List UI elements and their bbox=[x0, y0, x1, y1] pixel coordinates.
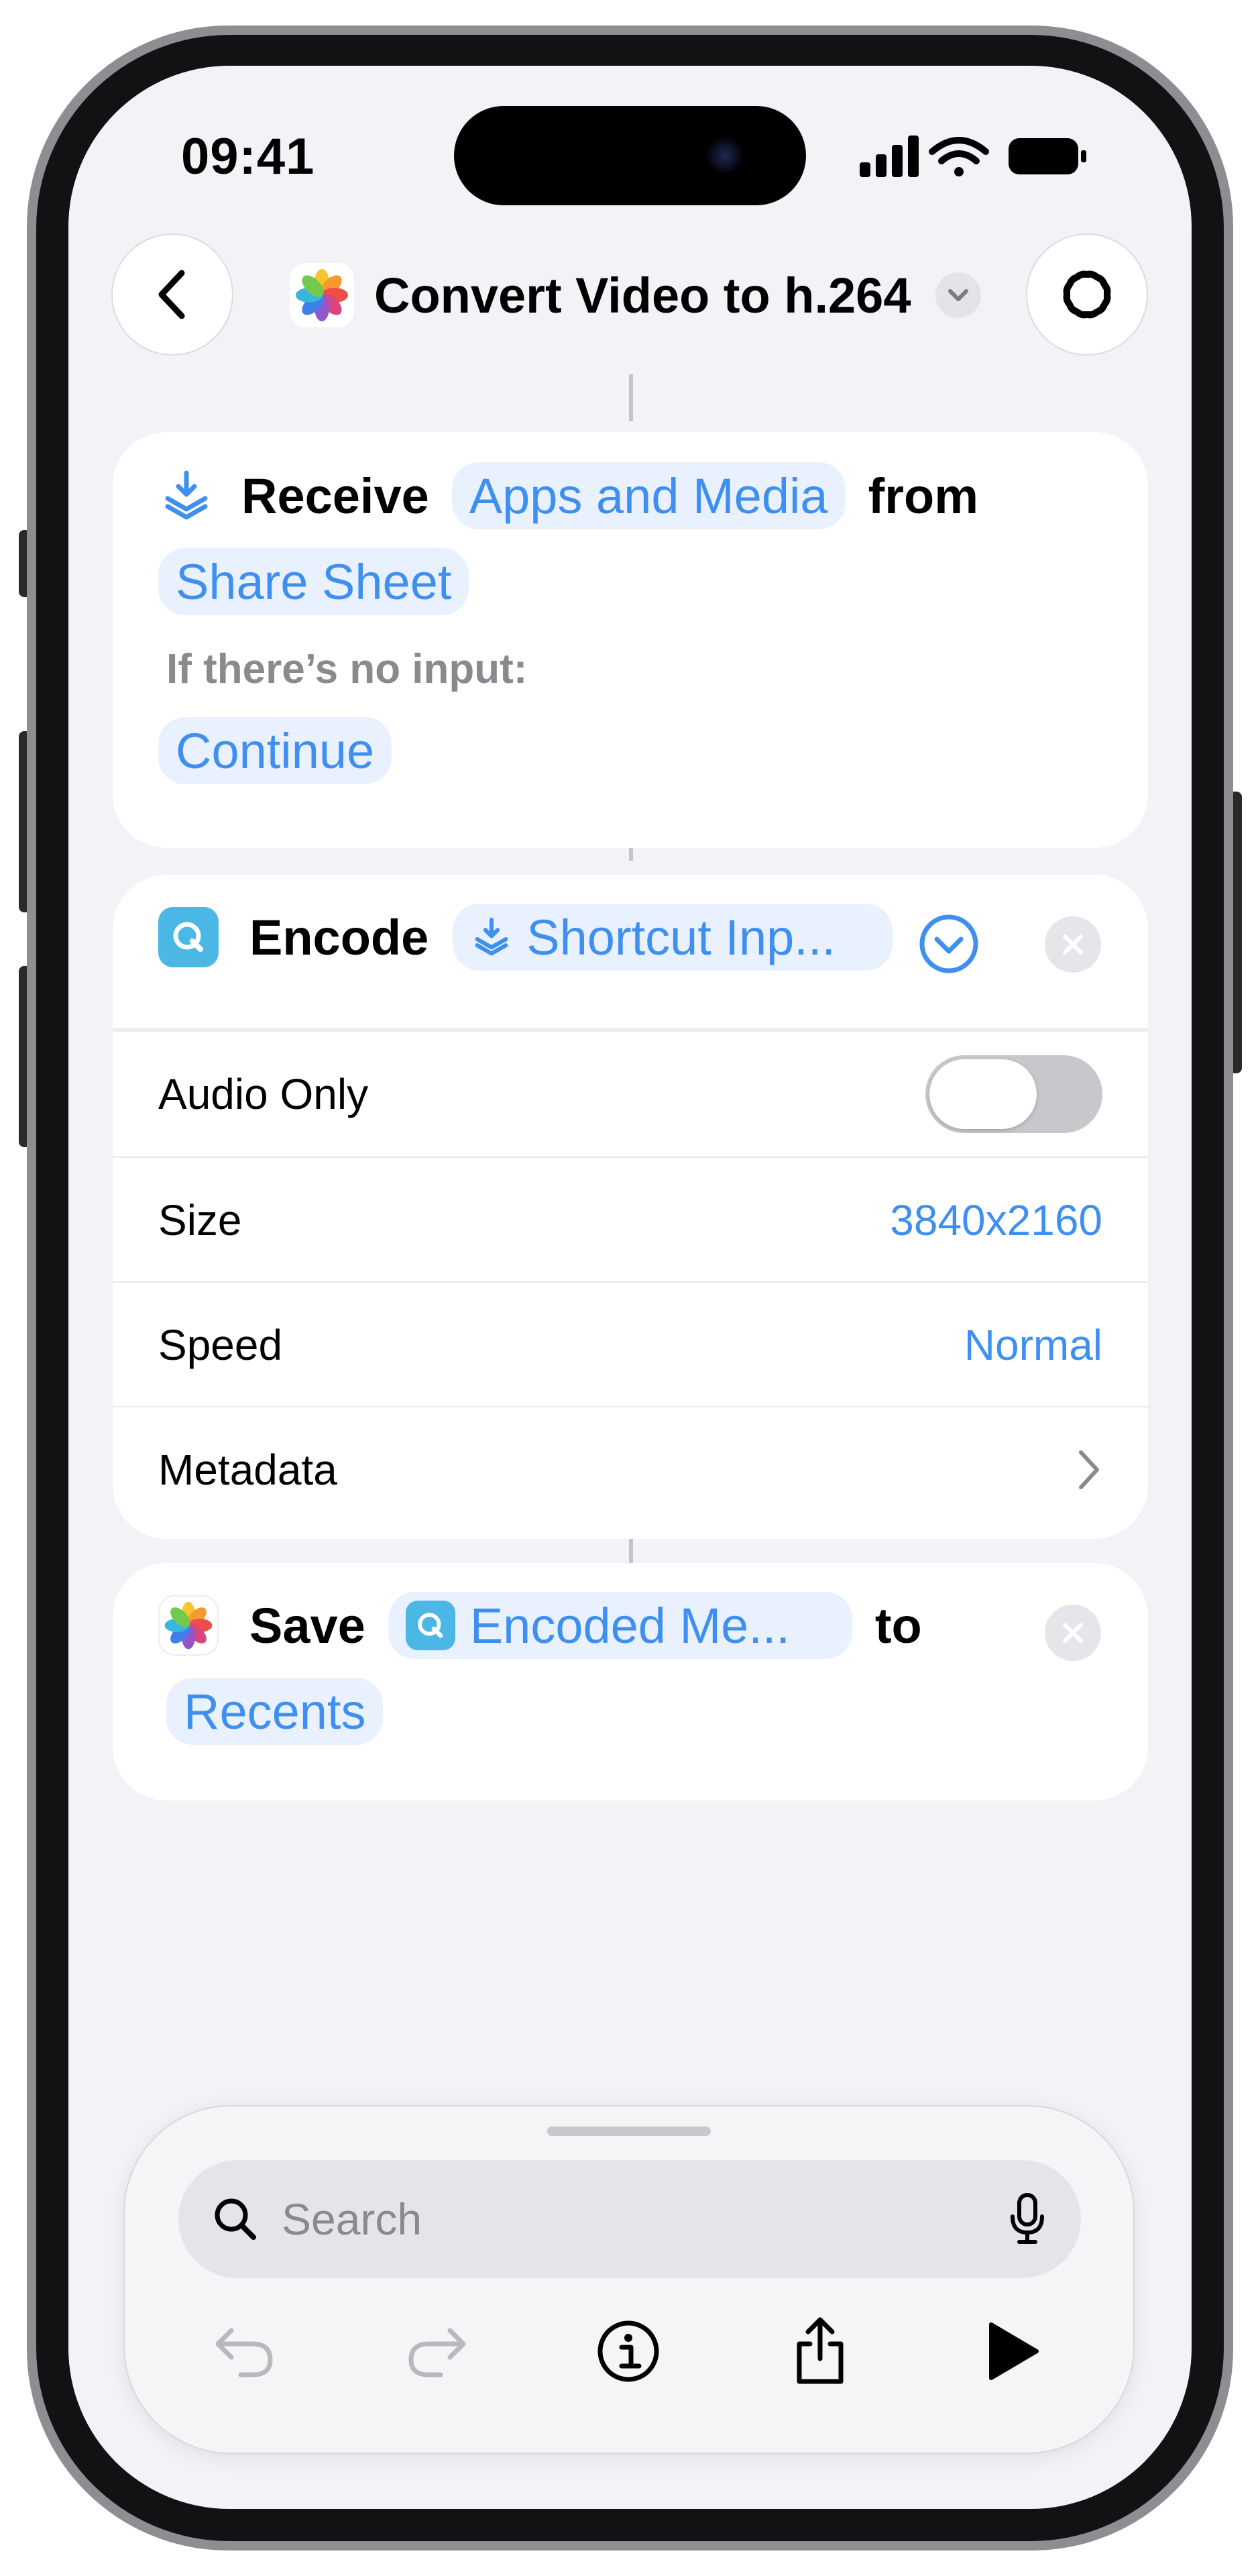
audio-only-label: Audio Only bbox=[158, 1070, 369, 1118]
info-icon bbox=[597, 2320, 659, 2382]
play-icon bbox=[989, 2322, 1039, 2380]
status-time: 09:41 bbox=[181, 128, 315, 185]
remove-encode-action-button[interactable] bbox=[1045, 916, 1101, 973]
quicktime-icon bbox=[405, 1601, 455, 1650]
save-verb: Save bbox=[249, 1597, 365, 1654]
back-button[interactable] bbox=[111, 233, 233, 356]
receive-verb: Receive bbox=[241, 468, 429, 524]
metadata-label: Metadata bbox=[158, 1446, 337, 1494]
receive-action-card: Receive Apps and Media from Share Sheet … bbox=[113, 432, 1148, 848]
search-placeholder: Search bbox=[282, 2194, 422, 2244]
chevron-right-icon bbox=[1079, 1450, 1099, 1489]
title-menu-button[interactable] bbox=[935, 272, 981, 318]
save-input-label: Encoded Me... bbox=[469, 1597, 790, 1654]
speed-label: Speed bbox=[158, 1321, 283, 1369]
search-icon bbox=[215, 2198, 256, 2240]
chevron-down-icon bbox=[948, 289, 968, 301]
encode-input-token[interactable]: Shortcut Inp... bbox=[453, 904, 893, 971]
no-input-action-token[interactable]: Continue bbox=[158, 717, 392, 784]
sheet-grabber[interactable] bbox=[547, 2127, 711, 2136]
action-library-panel: Search bbox=[123, 2105, 1135, 2454]
undo-button[interactable] bbox=[201, 2308, 288, 2395]
from-word: from bbox=[868, 468, 979, 524]
shortcut-title-menu[interactable]: Convert Video to h.264 bbox=[290, 255, 1041, 335]
status-icons bbox=[860, 133, 1088, 180]
no-input-label: If there’s no input: bbox=[166, 646, 528, 692]
microphone-icon[interactable] bbox=[1007, 2192, 1047, 2246]
redo-button[interactable] bbox=[393, 2308, 480, 2395]
encode-input-label: Shortcut Inp... bbox=[526, 909, 836, 965]
flow-connector bbox=[629, 374, 633, 421]
photos-app-icon bbox=[158, 1595, 219, 1656]
size-label: Size bbox=[158, 1196, 242, 1244]
signal-icon bbox=[860, 136, 919, 177]
photos-app-icon bbox=[290, 263, 354, 327]
undo-icon bbox=[215, 2328, 273, 2377]
save-input-token[interactable]: Encoded Me... bbox=[388, 1592, 852, 1659]
front-camera bbox=[705, 136, 744, 175]
redo-icon bbox=[408, 2328, 466, 2377]
source-token[interactable]: Share Sheet bbox=[158, 548, 469, 615]
destination-token[interactable]: Recents bbox=[166, 1678, 384, 1745]
encode-verb: Encode bbox=[249, 909, 429, 965]
chevron-left-icon bbox=[158, 270, 185, 319]
expand-options-button[interactable] bbox=[917, 912, 980, 975]
shortcut-title: Convert Video to h.264 bbox=[374, 267, 911, 323]
quicktime-icon bbox=[158, 907, 219, 967]
input-types-token[interactable]: Apps and Media bbox=[451, 462, 846, 529]
share-receive-icon bbox=[475, 918, 508, 956]
speed-row[interactable]: Speed Normal bbox=[113, 1283, 1148, 1407]
size-row[interactable]: Size 3840x2160 bbox=[113, 1158, 1148, 1283]
ai-flower-icon bbox=[1063, 270, 1111, 319]
share-receive-icon bbox=[165, 470, 208, 520]
speed-value[interactable]: Normal bbox=[964, 1320, 1102, 1370]
search-actions-field[interactable]: Search bbox=[178, 2160, 1081, 2278]
remove-save-action-button[interactable] bbox=[1045, 1605, 1101, 1661]
metadata-row[interactable]: Metadata bbox=[113, 1407, 1148, 1532]
share-button[interactable] bbox=[777, 2308, 864, 2395]
chevron-down-circle-icon bbox=[919, 914, 978, 973]
share-icon bbox=[797, 2317, 844, 2384]
size-value[interactable]: 3840x2160 bbox=[890, 1195, 1102, 1245]
to-word: to bbox=[874, 1597, 922, 1654]
shortcut-settings-button[interactable] bbox=[1026, 233, 1148, 356]
close-icon bbox=[1063, 1623, 1083, 1643]
wifi-icon bbox=[929, 137, 989, 176]
save-action-card: Save Encoded Me... to Recents bbox=[113, 1563, 1148, 1801]
dynamic-island bbox=[454, 106, 806, 205]
encode-action-card: Encode Shortcut Inp... Audio Only Size 3… bbox=[113, 875, 1148, 1539]
info-button[interactable] bbox=[585, 2308, 672, 2395]
audio-only-toggle[interactable] bbox=[925, 1055, 1102, 1133]
close-icon bbox=[1063, 934, 1083, 955]
toggle-knob bbox=[929, 1059, 1037, 1129]
audio-only-row: Audio Only bbox=[113, 1032, 1148, 1157]
run-shortcut-button[interactable] bbox=[968, 2308, 1055, 2395]
battery-icon bbox=[1009, 138, 1086, 174]
